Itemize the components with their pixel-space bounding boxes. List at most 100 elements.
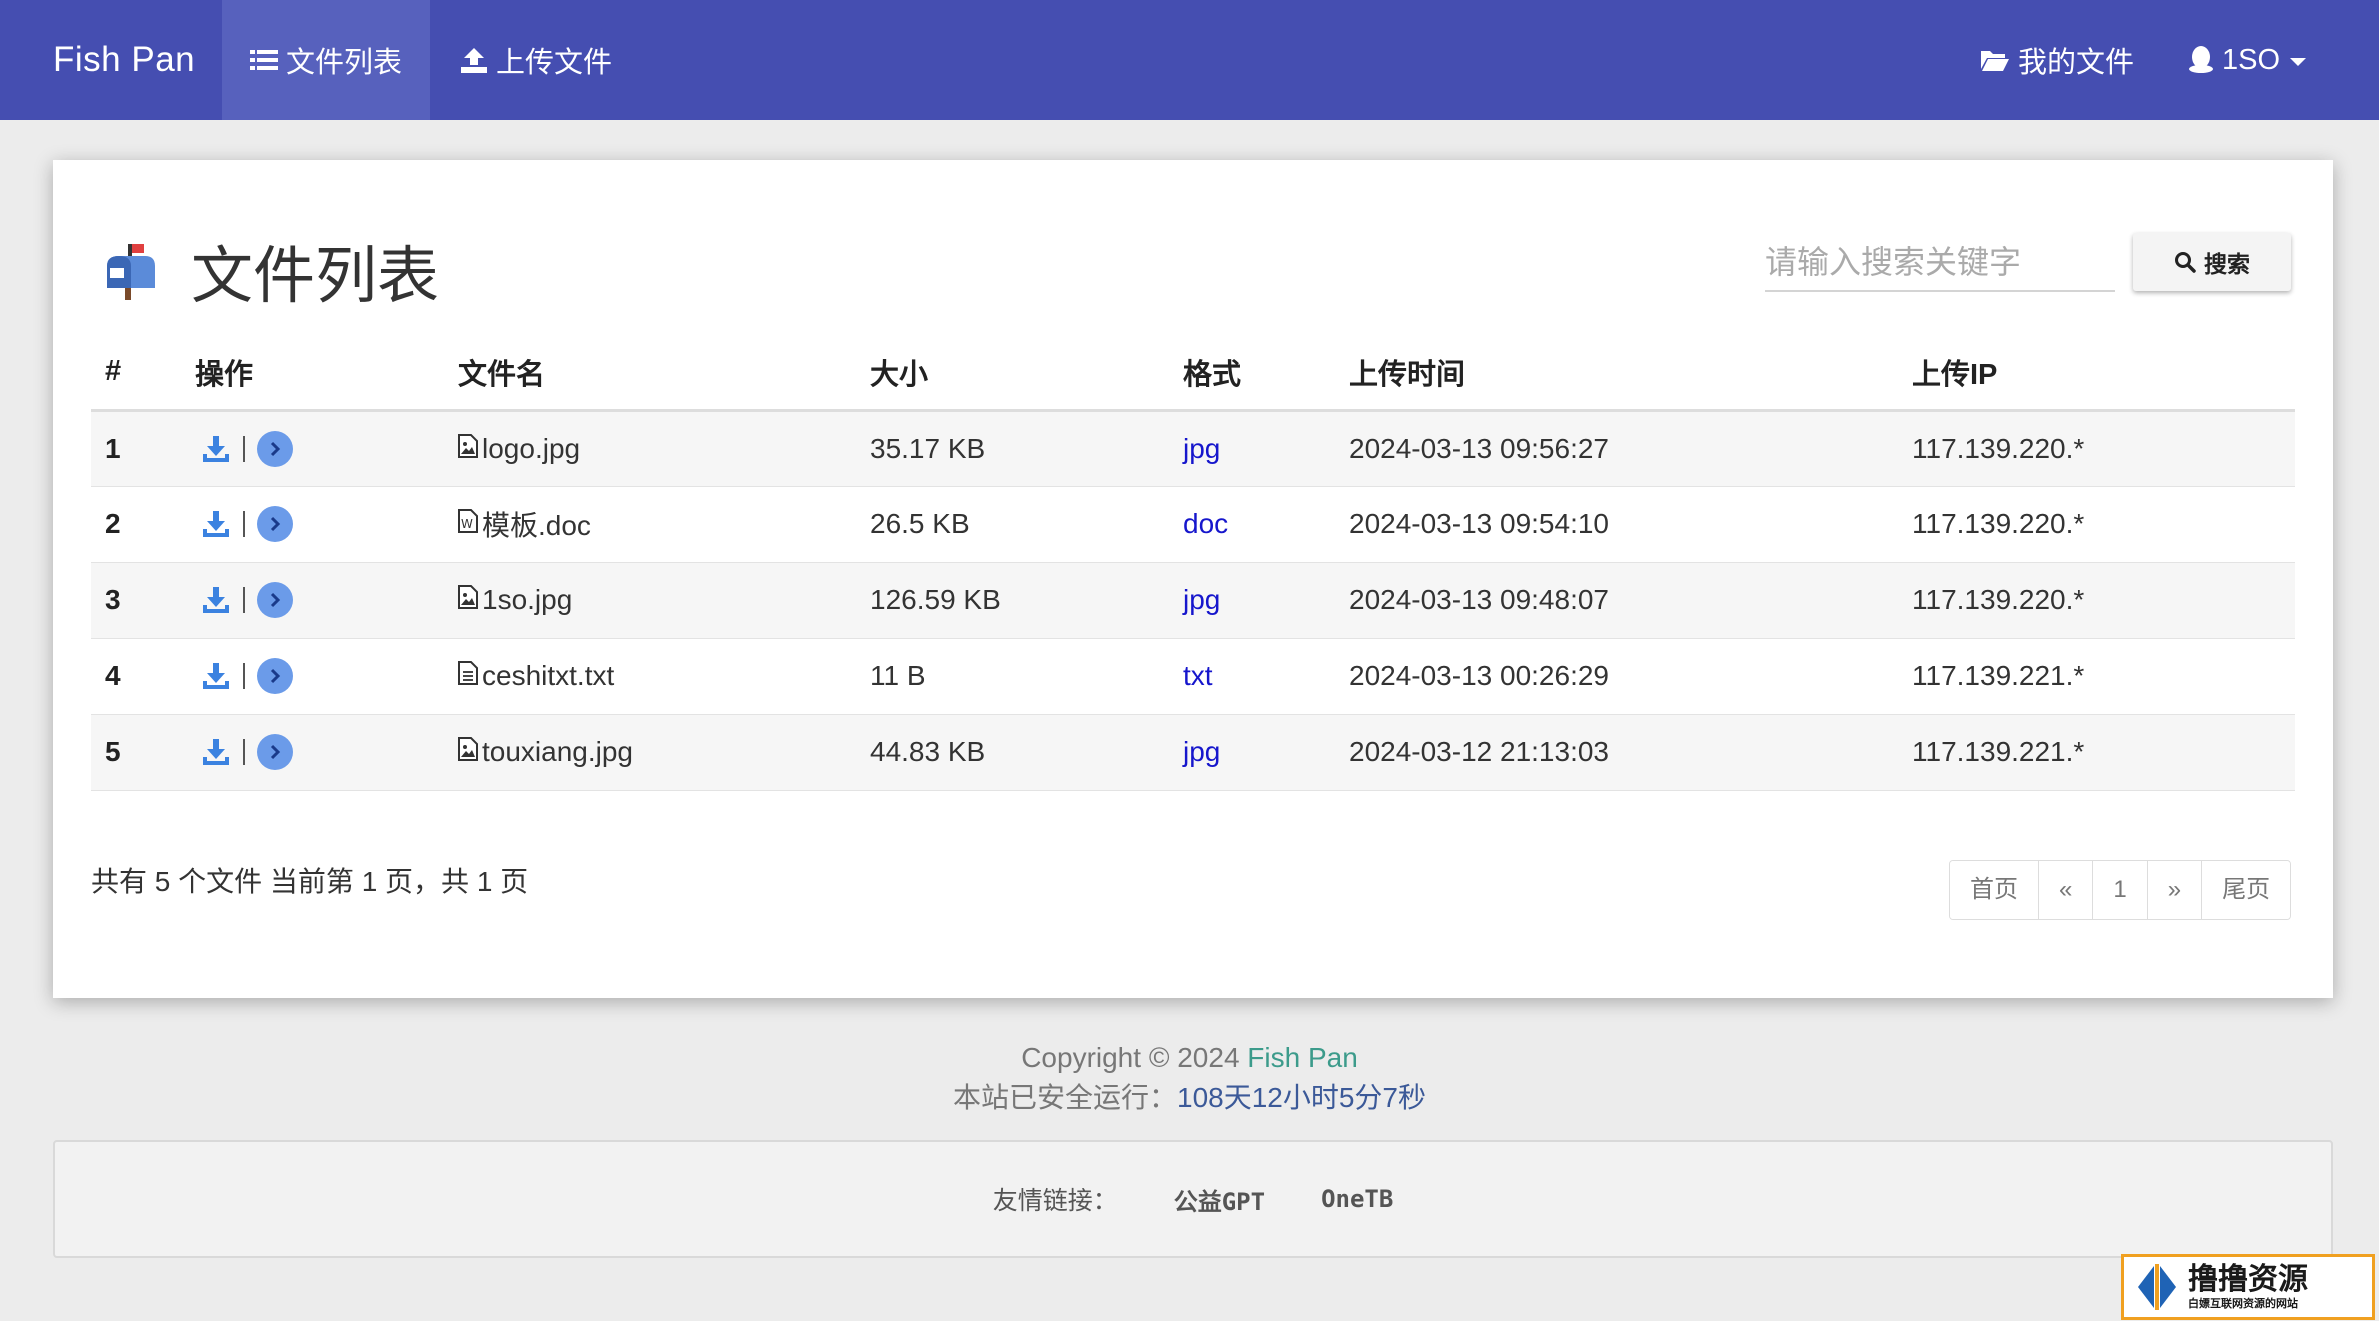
page-last-button[interactable]: 尾页 bbox=[2202, 861, 2291, 919]
page-number-button[interactable]: 1 bbox=[2093, 861, 2148, 919]
row-index: 2 bbox=[91, 486, 181, 563]
file-name[interactable]: 1so.jpg bbox=[482, 584, 572, 616]
nav-file-list-label: 文件列表 bbox=[285, 47, 402, 79]
uptime-line: 本站已安全运行：108天12小时5分7秒 bbox=[0, 1078, 2379, 1118]
download-icon[interactable] bbox=[201, 585, 231, 615]
file-format-link[interactable]: txt bbox=[1183, 660, 1213, 691]
table-header-row: # 操作 文件名 大小 格式 上传时间 上传IP bbox=[91, 335, 2295, 412]
upload-time: 2024-03-13 00:26:29 bbox=[1335, 638, 1898, 715]
friend-link-onetb[interactable]: OneTB bbox=[1321, 1185, 1393, 1213]
uptime-value: 108天12小时5分7秒 bbox=[1177, 1082, 1427, 1113]
search-button-label: 搜索 bbox=[2204, 251, 2250, 277]
row-actions bbox=[181, 486, 444, 563]
user-menu-dropdown[interactable]: 1SO bbox=[2158, 0, 2336, 120]
open-file-icon[interactable] bbox=[257, 734, 293, 770]
action-separator bbox=[243, 435, 245, 462]
nav-file-list[interactable]: 文件列表 bbox=[222, 0, 430, 120]
col-header-filename: 文件名 bbox=[444, 335, 856, 412]
row-actions bbox=[181, 562, 444, 639]
upload-ip: 117.139.220.* bbox=[1898, 562, 2295, 639]
table-row: 2 W 模板.doc 26.5 KB doc 2024-03-13 09:54:… bbox=[91, 486, 2295, 563]
page-title: 文件列表 bbox=[191, 242, 440, 311]
table-row: 3 1so.jpg 126.59 KB jpg 2024-03-13 09:48… bbox=[91, 562, 2295, 639]
copyright-line: Copyright © 2024 Fish Pan bbox=[0, 1038, 2379, 1078]
list-icon bbox=[249, 50, 278, 70]
qq-user-icon bbox=[2189, 46, 2213, 73]
file-table: # 操作 文件名 大小 格式 上传时间 上传IP 1 logo.jpg 35.1… bbox=[91, 335, 2295, 791]
row-filename-cell: logo.jpg bbox=[444, 410, 856, 487]
col-header-format: 格式 bbox=[1169, 335, 1335, 412]
file-name[interactable]: 模板.doc bbox=[482, 504, 591, 544]
action-separator bbox=[243, 587, 245, 613]
nav-my-files-label: 我的文件 bbox=[2018, 47, 2135, 79]
watermark-mark-icon bbox=[2138, 1264, 2176, 1310]
word-file-icon: W bbox=[458, 508, 478, 540]
row-index: 1 bbox=[91, 410, 181, 487]
upload-time: 2024-03-12 21:13:03 bbox=[1335, 714, 1898, 791]
page-first-button[interactable]: 首页 bbox=[1950, 861, 2039, 919]
action-separator bbox=[243, 663, 245, 689]
search-icon bbox=[2175, 252, 2196, 273]
file-format-link[interactable]: doc bbox=[1183, 508, 1228, 539]
page-next-button[interactable]: » bbox=[2147, 861, 2203, 919]
nav-upload[interactable]: 上传文件 bbox=[430, 0, 642, 120]
upload-time: 2024-03-13 09:54:10 bbox=[1335, 486, 1898, 563]
row-index: 3 bbox=[91, 562, 181, 639]
upload-time: 2024-03-13 09:48:07 bbox=[1335, 562, 1898, 639]
download-icon[interactable] bbox=[201, 737, 231, 767]
nav-upload-label: 上传文件 bbox=[496, 47, 613, 79]
user-name: 1SO bbox=[2222, 43, 2281, 76]
footer: Copyright © 2024 Fish Pan 本站已安全运行：108天12… bbox=[0, 1038, 2379, 1118]
watermark-logo: 撸撸资源 白嫖互联网资源的网站 bbox=[2121, 1254, 2375, 1320]
col-header-upload-ip: 上传IP bbox=[1898, 335, 2295, 412]
open-file-icon[interactable] bbox=[257, 658, 293, 694]
table-row: 5 touxiang.jpg 44.83 KB jpg 2024-03-12 2… bbox=[91, 714, 2295, 791]
file-name[interactable]: ceshitxt.txt bbox=[482, 660, 614, 692]
image-file-icon bbox=[458, 433, 478, 465]
card-header: 文件列表 bbox=[101, 230, 439, 311]
uptime-label: 本站已安全运行： bbox=[952, 1082, 1177, 1113]
friend-links-label: 友情链接： bbox=[992, 1187, 1118, 1215]
row-filename-cell: ceshitxt.txt bbox=[444, 638, 856, 715]
file-format-link[interactable]: jpg bbox=[1183, 584, 1220, 615]
page-prev-button[interactable]: « bbox=[2039, 861, 2094, 919]
row-index: 4 bbox=[91, 638, 181, 715]
file-size: 11 B bbox=[856, 638, 1169, 715]
upload-time: 2024-03-13 09:56:27 bbox=[1335, 410, 1898, 487]
upload-ip: 117.139.221.* bbox=[1898, 638, 2295, 715]
open-file-icon[interactable] bbox=[257, 582, 293, 618]
image-file-icon bbox=[458, 736, 478, 768]
open-file-icon[interactable] bbox=[257, 430, 293, 467]
search-input[interactable] bbox=[1765, 234, 2115, 292]
mailbox-icon bbox=[107, 244, 155, 300]
row-filename-cell: 1so.jpg bbox=[444, 562, 856, 639]
action-separator bbox=[243, 739, 245, 765]
download-icon[interactable] bbox=[201, 661, 231, 691]
upload-ip: 117.139.220.* bbox=[1898, 486, 2295, 563]
download-icon[interactable] bbox=[201, 509, 231, 539]
pagination: 首页 « 1 » 尾页 bbox=[1949, 860, 2292, 920]
row-index: 5 bbox=[91, 714, 181, 791]
svg-text:W: W bbox=[461, 517, 473, 531]
search-button[interactable]: 搜索 bbox=[2133, 233, 2291, 291]
row-filename-cell: W 模板.doc bbox=[444, 486, 856, 563]
col-header-actions: 操作 bbox=[181, 335, 444, 412]
file-format-link[interactable]: jpg bbox=[1183, 736, 1220, 767]
table-row: 4 ceshitxt.txt 11 B txt 2024-03-13 00:26… bbox=[91, 638, 2295, 715]
col-header-size: 大小 bbox=[856, 335, 1169, 412]
open-file-icon[interactable] bbox=[257, 506, 293, 542]
row-actions bbox=[181, 714, 444, 791]
file-name[interactable]: touxiang.jpg bbox=[482, 736, 633, 768]
nav-my-files[interactable]: 我的文件 bbox=[1950, 0, 2164, 120]
brand-logo-text[interactable]: Fish Pan bbox=[53, 0, 195, 120]
upload-icon bbox=[461, 48, 487, 73]
top-navbar: Fish Pan 文件列表 上传文件 我的文件 1SO bbox=[0, 0, 2379, 120]
image-file-icon bbox=[458, 584, 478, 616]
download-icon[interactable] bbox=[201, 434, 231, 464]
col-header-upload-time: 上传时间 bbox=[1335, 335, 1898, 412]
footer-brand-link[interactable]: Fish Pan bbox=[1247, 1042, 1358, 1073]
friend-link-gpt[interactable]: 公益GPT bbox=[1174, 1182, 1265, 1217]
file-name[interactable]: logo.jpg bbox=[482, 433, 580, 465]
file-format-link[interactable]: jpg bbox=[1183, 433, 1220, 464]
table-row: 1 logo.jpg 35.17 KB jpg 2024-03-13 09:56… bbox=[91, 410, 2295, 487]
